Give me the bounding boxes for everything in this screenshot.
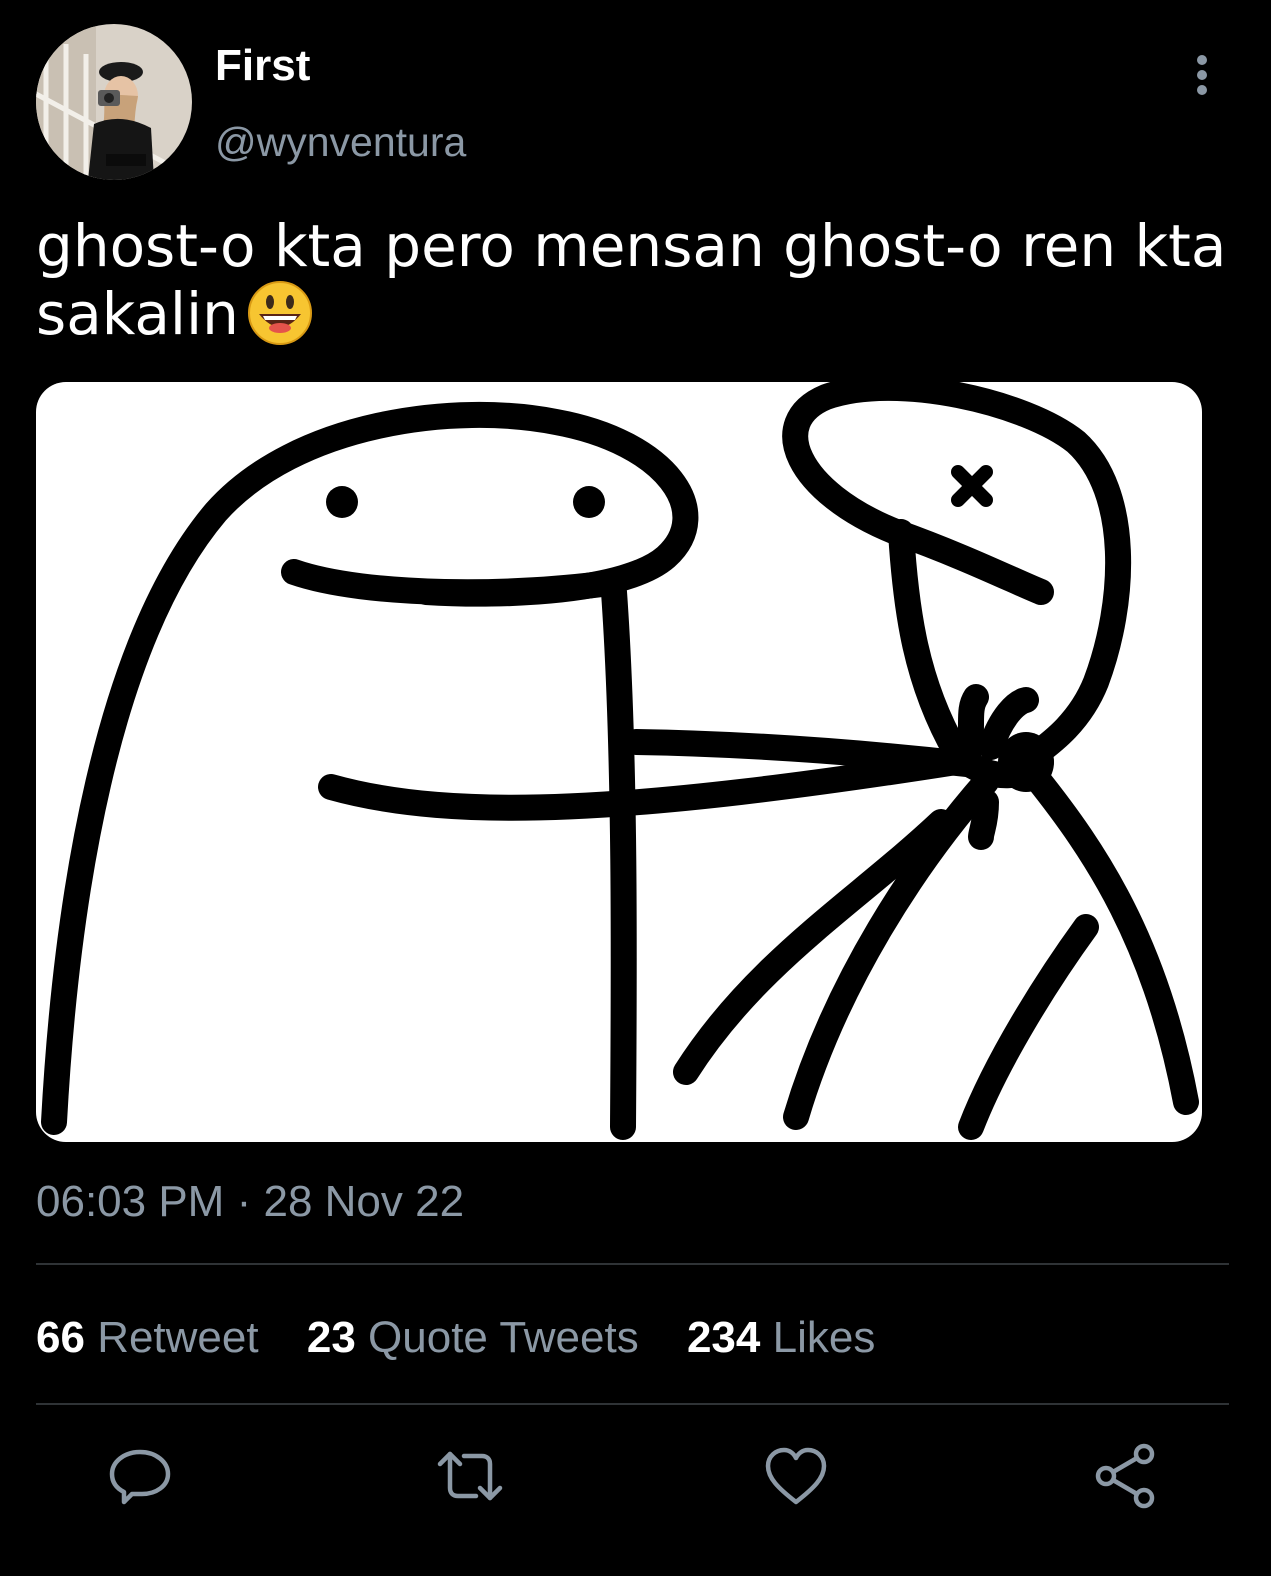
author-handle[interactable]: @wynventura <box>215 114 466 170</box>
reply-icon <box>109 1449 171 1505</box>
quote-tweet-label: Quote Tweets <box>368 1313 639 1362</box>
reply-button[interactable] <box>102 1438 178 1514</box>
like-count: 234 <box>686 1313 761 1362</box>
meme-drawing <box>41 382 1199 1140</box>
quote-tweet-count: 23 <box>306 1313 356 1362</box>
retweet-count: 66 <box>36 1313 85 1362</box>
tweet-body: ghost-o kta pero mensan ghost-o ren kta … <box>36 212 1236 360</box>
tweet-date: 28 Nov 22 <box>263 1177 465 1226</box>
likes-stat[interactable]: 234 Likes <box>687 1308 875 1368</box>
share-button[interactable] <box>1088 1438 1164 1514</box>
quote-tweets-stat[interactable]: 23 Quote Tweets <box>307 1308 639 1368</box>
retweets-stat[interactable]: 66 Retweet <box>36 1308 259 1368</box>
tweet-media-image[interactable] <box>36 382 1202 1142</box>
retweet-icon <box>437 1451 503 1501</box>
more-options-button[interactable] <box>1180 50 1224 100</box>
avatar-photo <box>36 24 192 180</box>
like-icon <box>765 1447 827 1505</box>
retweet-label: Retweet <box>97 1313 259 1362</box>
retweet-button[interactable] <box>432 1438 508 1514</box>
more-vertical-icon <box>1197 55 1207 95</box>
tweet-time: 06:03 PM <box>36 1177 225 1226</box>
share-icon <box>1095 1443 1155 1509</box>
divider-bottom <box>36 1403 1229 1405</box>
like-button[interactable] <box>758 1438 834 1514</box>
tweet-stats: 66 Retweet 23 Quote Tweets 234 Likes <box>36 1308 911 1368</box>
tweet-text: ghost-o kta pero mensan ghost-o ren kta … <box>36 212 1227 348</box>
author-display-name[interactable]: First <box>215 38 310 94</box>
smiling-face-emoji-icon <box>247 280 313 360</box>
divider-top <box>36 1263 1229 1265</box>
timestamp-separator: · <box>236 1177 252 1226</box>
like-label: Likes <box>772 1313 876 1362</box>
author-avatar[interactable] <box>36 24 192 180</box>
tweet-timestamp[interactable]: 06:03 PM · 28 Nov 22 <box>36 1172 464 1232</box>
